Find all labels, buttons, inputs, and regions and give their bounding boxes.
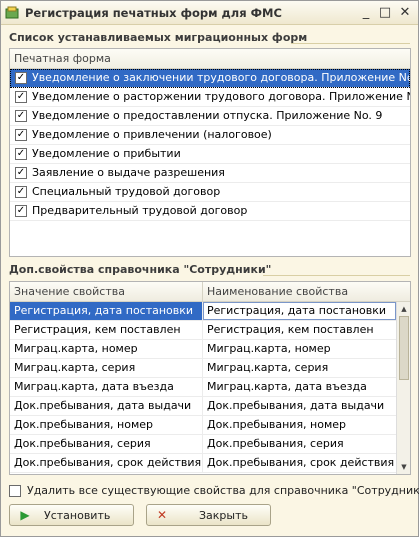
form-checkbox[interactable]: ✓ (15, 72, 27, 84)
delete-properties-option[interactable]: Удалить все существующие свойства для сп… (9, 484, 419, 497)
form-checkbox[interactable]: ✓ (15, 205, 27, 217)
delete-properties-checkbox[interactable] (9, 484, 21, 497)
property-name-cell[interactable]: Док.пребывания, дата выдачи (203, 397, 396, 415)
form-list-item[interactable]: ✓ Уведомление о предоставлении отпуска. П… (10, 107, 410, 126)
table-row[interactable]: Регистрация, дата постановки Регистрация,… (10, 302, 410, 321)
table-row[interactable]: Док.пребывания, срок действия Док.пребыва… (10, 454, 410, 473)
play-icon: ▶ (20, 508, 30, 522)
table-row[interactable]: Док.пребывания, дата выдачи Док.пребывани… (10, 397, 410, 416)
property-value-cell[interactable]: Миграц.карта, дата въезда (10, 378, 203, 396)
minimize-button[interactable]: _ (358, 5, 374, 21)
props-table-rows: Регистрация, дата постановки Регистрация,… (10, 302, 410, 473)
form-list-item[interactable]: ✓ Специальный трудовой договор (10, 183, 410, 202)
maximize-button[interactable]: □ (377, 5, 393, 21)
form-list-item[interactable]: ✓ Уведомление о прибытии (10, 145, 410, 164)
install-button-label: Установить (44, 508, 111, 522)
title-bar: Регистрация печатных форм для ФМС _ □ ✕ (1, 1, 418, 25)
property-name-cell[interactable]: Миграц.карта, серия (203, 359, 396, 377)
table-row[interactable]: Миграц.карта, серия Миграц.карта, серия (10, 359, 410, 378)
property-name-cell[interactable]: Миграц.карта, номер (203, 340, 396, 358)
form-checkbox[interactable]: ✓ (15, 91, 27, 103)
property-value-cell[interactable]: Док.пребывания, срок действия (10, 454, 203, 472)
forms-list-rows: ✓ Уведомление о заключении трудового дого… (10, 69, 410, 221)
props-section-divider (263, 275, 410, 276)
table-row[interactable]: Регистрация, кем поставлен Регистрация, к… (10, 321, 410, 340)
property-value-cell[interactable]: Регистрация, дата постановки (10, 302, 203, 320)
app-icon (5, 6, 19, 19)
table-row[interactable]: Док.пребывания, серия Док.пребывания, сер… (10, 435, 410, 454)
form-checkbox[interactable]: ✓ (15, 129, 27, 141)
property-value-cell[interactable]: Миграц.карта, номер (10, 340, 203, 358)
form-item-label: Уведомление о расторжении трудового дого… (32, 90, 410, 103)
form-item-label: Уведомление о заключении трудового догов… (32, 71, 410, 84)
form-item-label: Уведомление о предоставлении отпуска. Пр… (32, 109, 383, 122)
column-header-name[interactable]: Наименование свойства (203, 282, 396, 301)
form-item-label: Уведомление о прибытии (32, 147, 181, 160)
property-value-cell[interactable]: Регистрация, кем поставлен (10, 321, 203, 339)
property-name-cell[interactable]: Док.пребывания, номер (203, 416, 396, 434)
form-item-label: Уведомление о привлечении (налоговое) (32, 128, 272, 141)
scroll-down-arrow-icon[interactable]: ▼ (399, 462, 409, 472)
forms-list-header[interactable]: Печатная форма (10, 49, 410, 69)
form-list-item[interactable]: ✓ Предварительный трудовой договор (10, 202, 410, 221)
property-value-cell[interactable]: Док.пребывания, серия (10, 435, 203, 453)
property-name-cell[interactable]: Док.пребывания, срок действия (203, 454, 396, 472)
form-item-label: Специальный трудовой договор (32, 185, 221, 198)
table-row[interactable]: Миграц.карта, номер Миграц.карта, номер (10, 340, 410, 359)
forms-section-divider (291, 43, 410, 44)
window-title: Регистрация печатных форм для ФМС (25, 6, 282, 20)
scrollbar-thumb[interactable] (399, 316, 409, 380)
property-name-cell[interactable]: Док.пребывания, серия (203, 435, 396, 453)
property-value-cell[interactable]: Миграц.карта, серия (10, 359, 203, 377)
close-button[interactable]: ✕ Закрыть (146, 504, 271, 526)
delete-properties-label: Удалить все существующие свойства для сп… (27, 484, 419, 497)
form-checkbox[interactable]: ✓ (15, 167, 27, 179)
form-checkbox[interactable]: ✓ (15, 110, 27, 122)
form-item-label: Предварительный трудовой договор (32, 204, 248, 217)
registration-window: Регистрация печатных форм для ФМС _ □ ✕ … (0, 0, 419, 537)
form-list-item[interactable]: ✓ Уведомление о привлечении (налоговое) (10, 126, 410, 145)
close-x-icon: ✕ (156, 508, 168, 522)
property-value-cell[interactable]: Док.пребывания, дата выдачи (10, 397, 203, 415)
props-table-header: Значение свойства Наименование свойства (10, 282, 410, 302)
close-window-button[interactable]: ✕ (397, 5, 413, 21)
form-checkbox[interactable]: ✓ (15, 148, 27, 160)
close-button-label: Закрыть (199, 508, 248, 522)
props-section-label: Доп.свойства справочника "Сотрудники" (9, 263, 272, 276)
scroll-up-arrow-icon[interactable]: ▲ (399, 304, 409, 314)
form-list-item[interactable]: ✓ Уведомление о заключении трудового дого… (10, 69, 410, 88)
property-name-cell[interactable]: Регистрация, дата постановки (203, 302, 396, 320)
props-table[interactable]: Значение свойства Наименование свойства … (9, 281, 411, 475)
form-list-item[interactable]: ✓ Заявление о выдаче разрешения (10, 164, 410, 183)
table-row[interactable]: Док.пребывания, номер Док.пребывания, ном… (10, 416, 410, 435)
property-name-cell[interactable]: Регистрация, кем поставлен (203, 321, 396, 339)
form-list-item[interactable]: ✓ Уведомление о расторжении трудового дог… (10, 88, 410, 107)
form-checkbox[interactable]: ✓ (15, 186, 27, 198)
column-header-value[interactable]: Значение свойства (10, 282, 203, 301)
forms-list[interactable]: Печатная форма ✓ Уведомление о заключении… (9, 48, 411, 257)
forms-section-label: Список устанавливаемых миграционных форм (9, 31, 308, 44)
props-table-scrollbar[interactable]: ▲ ▼ (396, 302, 410, 474)
table-row[interactable]: Миграц.карта, дата въезда Миграц.карта, д… (10, 378, 410, 397)
install-button[interactable]: ▶ Установить (9, 504, 134, 526)
form-item-label: Заявление о выдаче разрешения (32, 166, 225, 179)
property-value-cell[interactable]: Док.пребывания, номер (10, 416, 203, 434)
property-name-cell[interactable]: Миграц.карта, дата въезда (203, 378, 396, 396)
